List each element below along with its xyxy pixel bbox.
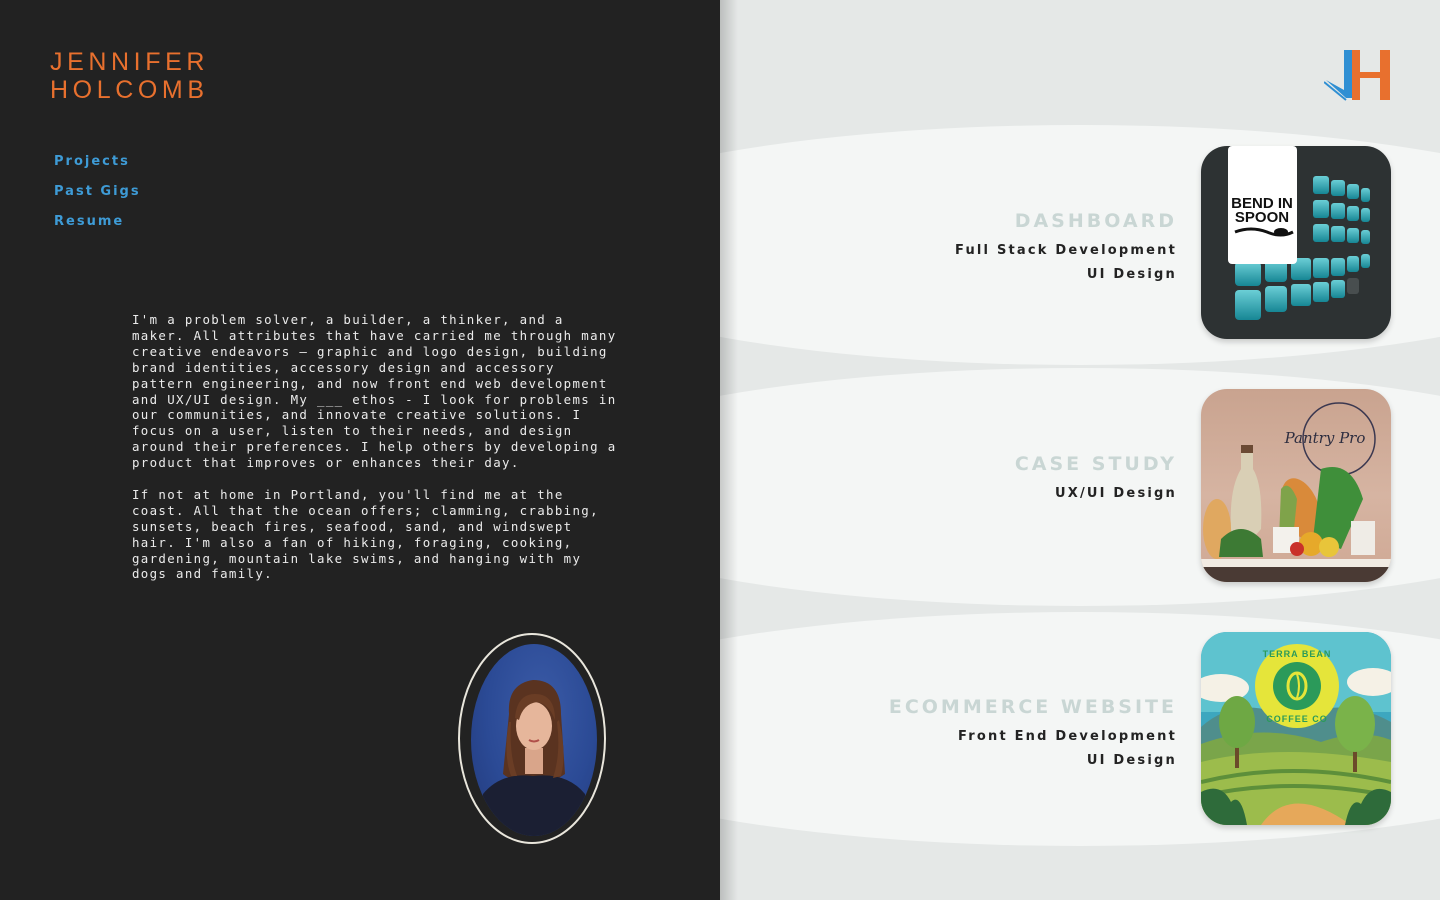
project-case-study: CASE STUDY UX/UI Design xyxy=(1015,452,1177,506)
project-thumbnail-dashboard[interactable]: BEND IN SPOON xyxy=(1201,146,1391,339)
bio-paragraph: I'm a problem solver, a builder, a think… xyxy=(132,312,617,471)
project-title[interactable]: ECOMMERCE WEBSITE xyxy=(889,695,1177,719)
project-role: UI Design xyxy=(1086,267,1177,282)
bio-text: I'm a problem solver, a builder, a think… xyxy=(132,312,622,598)
nav-projects[interactable]: Projects xyxy=(54,147,141,177)
name-first: JENNIFER xyxy=(50,48,210,76)
project-role: UX/UI Design xyxy=(1054,486,1177,501)
left-panel: JENNIFER HOLCOMB Projects Past Gigs Resu… xyxy=(0,0,720,900)
bio-paragraph: If not at home in Portland, you'll find … xyxy=(132,486,599,582)
nav-resume[interactable]: Resume xyxy=(54,207,141,237)
project-title[interactable]: CASE STUDY xyxy=(1015,452,1177,476)
project-title[interactable]: DASHBOARD xyxy=(955,209,1177,233)
thumb-brand-text: COFFEE CO xyxy=(1266,714,1328,724)
name-last: HOLCOMB xyxy=(50,76,209,104)
project-thumbnail-ecommerce[interactable]: TERRA BEAN COFFEE CO xyxy=(1201,632,1391,825)
project-role: Front End Development xyxy=(958,729,1177,744)
project-role: UI Design xyxy=(1086,753,1177,768)
project-ecommerce: ECOMMERCE WEBSITE Front End Development … xyxy=(889,695,1177,773)
avatar xyxy=(471,644,597,836)
nav-past-gigs[interactable]: Past Gigs xyxy=(54,177,141,207)
thumb-brand-text: TERRA BEAN xyxy=(1263,649,1332,659)
site-name[interactable]: JENNIFER HOLCOMB xyxy=(50,48,209,104)
project-role: Full Stack Development xyxy=(955,243,1177,258)
main-nav: Projects Past Gigs Resume xyxy=(54,147,141,237)
jh-monogram-icon[interactable] xyxy=(1324,48,1392,102)
project-thumbnail-case-study[interactable]: Pantry Pro xyxy=(1201,389,1391,582)
project-dashboard: DASHBOARD Full Stack Development UI Desi… xyxy=(955,209,1177,287)
thumb-brand-text: SPOON xyxy=(1235,209,1289,226)
thumb-brand-text: Pantry Pro xyxy=(1284,429,1366,447)
